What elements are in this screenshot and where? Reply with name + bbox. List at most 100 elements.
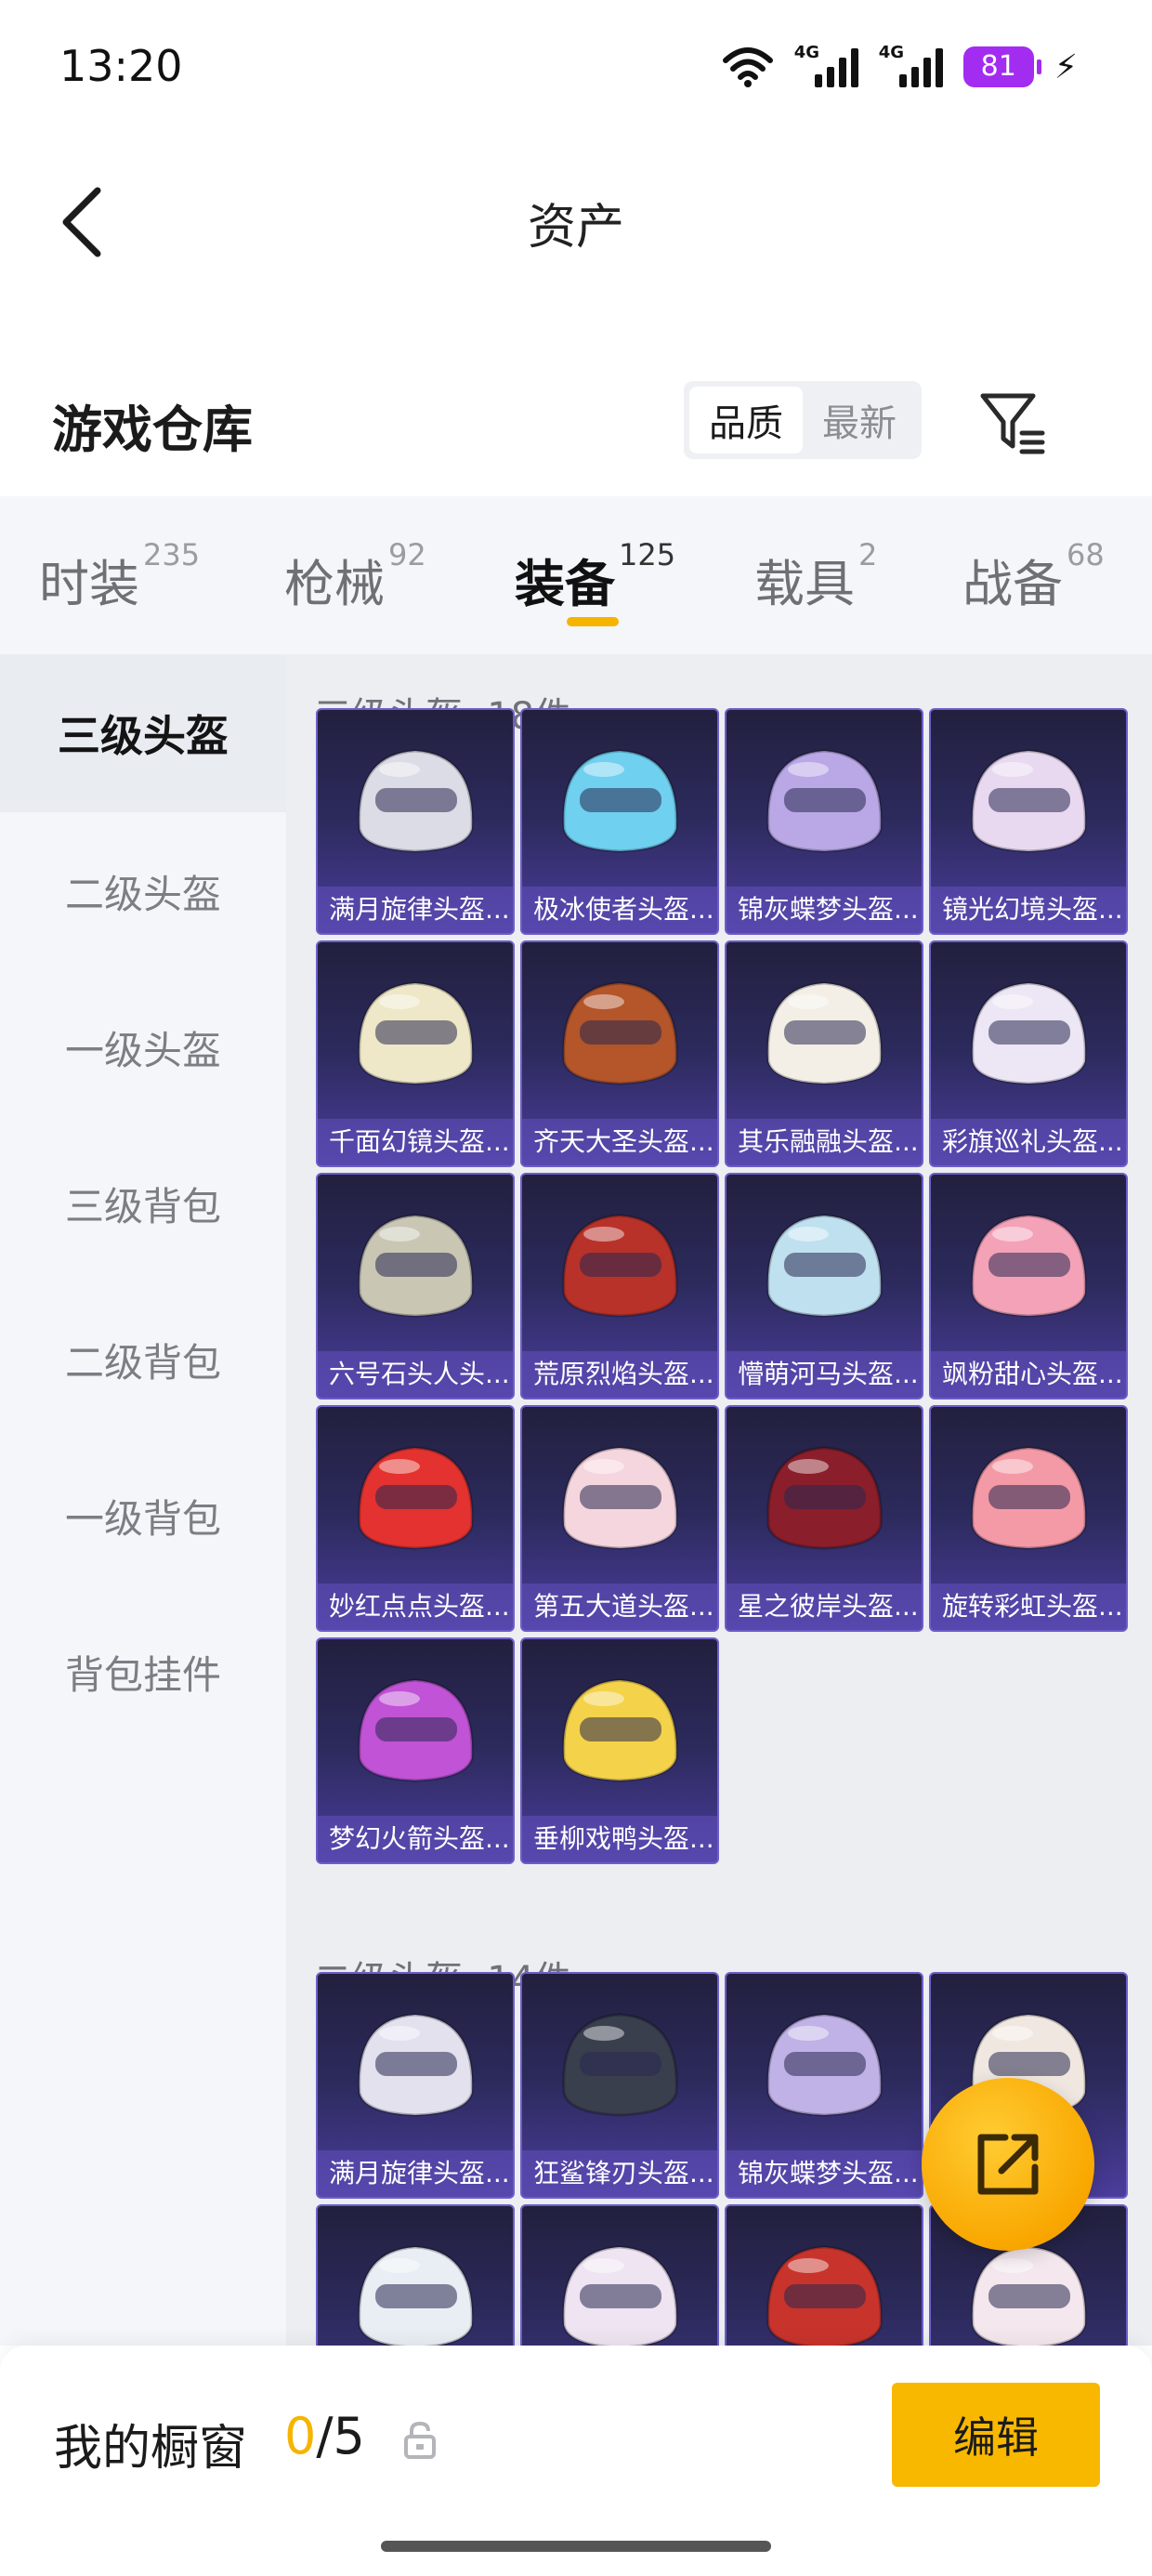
- warehouse-header: 游戏仓库 品质 最新: [0, 362, 1152, 483]
- helmet-icon: [562, 2245, 678, 2346]
- helmet-icon: [766, 981, 883, 1085]
- item-name: 彩旗巡礼头盔...: [931, 1119, 1126, 1165]
- sidebar-item-level3-backpack[interactable]: 三级背包: [0, 1124, 286, 1282]
- filter-icon: [980, 393, 1045, 454]
- item-name: 垂柳戏鸭头盔...: [522, 1816, 717, 1862]
- item-name: 齐天大圣头盔...: [522, 1119, 717, 1165]
- item-card[interactable]: 懵萌河马头盔...: [725, 1173, 923, 1400]
- sidebar-item-level2-backpack[interactable]: 二级背包: [0, 1281, 286, 1439]
- item-card[interactable]: 垂柳戏鸭头盔...: [520, 1637, 719, 1864]
- item-name: 锦灰蝶梦头盔...: [727, 2150, 922, 2197]
- item-name: 梦幻火箭头盔...: [318, 1816, 513, 1862]
- sidebar-item-level1-helmet[interactable]: 一级头盔: [0, 968, 286, 1126]
- item-name: 镜光幻境头盔...: [931, 887, 1126, 933]
- helmet-icon: [562, 749, 678, 853]
- share-external-icon: [977, 2134, 1039, 2195]
- item-name: 满月旋律头盔...: [318, 2150, 513, 2197]
- helmet-icon: [971, 981, 1087, 1085]
- helmet-icon: [562, 1214, 678, 1318]
- item-card[interactable]: 第五大道头盔...: [520, 1405, 719, 1632]
- item-name: 六号石头人头...: [318, 1351, 513, 1398]
- tab-label: 载具: [754, 555, 855, 613]
- tab-label: 装备: [515, 555, 615, 613]
- item-name: 飒粉甜心头盔...: [931, 1351, 1126, 1398]
- helmet-icon: [562, 981, 678, 1085]
- home-indicator: [381, 2541, 771, 2552]
- item-card[interactable]: [520, 2204, 719, 2346]
- item-name: 满月旋律头盔...: [318, 887, 513, 933]
- tab-count: 68: [1067, 537, 1105, 572]
- item-name: 荒原烈焰头盔...: [522, 1351, 717, 1398]
- item-card[interactable]: 极冰使者头盔...: [520, 708, 719, 935]
- active-tab-indicator: [567, 617, 619, 626]
- sidebar-item-level1-backpack[interactable]: 一级背包: [0, 1437, 286, 1595]
- battery-indicator: 81: [962, 46, 1041, 87]
- network-type-label: 4G: [793, 43, 820, 62]
- status-time: 13:20: [59, 41, 183, 91]
- sidebar-item-level2-helmet[interactable]: 二级头盔: [0, 812, 286, 970]
- tab-count: 125: [619, 537, 676, 572]
- item-card[interactable]: 星之彼岸头盔...: [725, 1405, 923, 1632]
- item-card[interactable]: [725, 2204, 923, 2346]
- item-card[interactable]: 狂鲨锋刃头盔...: [520, 1972, 719, 2199]
- sidebar-item-backpack-charm[interactable]: 背包挂件: [0, 1593, 286, 1751]
- item-card[interactable]: 妙红点点头盔...: [316, 1405, 515, 1632]
- tab-weapons[interactable]: 枪械 92: [284, 537, 426, 616]
- item-card[interactable]: 其乐融融头盔...: [725, 940, 923, 1167]
- item-name: 第五大道头盔...: [522, 1584, 717, 1630]
- helmet-icon: [766, 2245, 883, 2346]
- tab-equipment[interactable]: 装备 125: [515, 537, 675, 616]
- item-card[interactable]: 满月旋律头盔...: [316, 1972, 515, 2199]
- page-title: 资产: [527, 200, 624, 256]
- status-icons: 4G 4G 81 ⚡: [722, 41, 1078, 93]
- helmet-icon: [358, 2013, 474, 2117]
- sort-segmented-control: 品质 最新: [684, 381, 922, 459]
- helmet-icon: [358, 2245, 474, 2346]
- helmet-icon: [562, 1446, 678, 1550]
- cellular-signal-1-icon: 4G: [793, 43, 858, 87]
- edit-button[interactable]: 编辑: [892, 2383, 1100, 2487]
- item-name: 千面幻镜头盔...: [318, 1119, 513, 1165]
- helmet-icon: [562, 2013, 678, 2117]
- showcase-total: /5: [316, 2407, 365, 2465]
- helmet-icon: [562, 1678, 678, 1782]
- helmet-icon: [766, 2013, 883, 2117]
- item-name: 狂鲨锋刃头盔...: [522, 2150, 717, 2197]
- sidebar-item-level3-helmet[interactable]: 三级头盔: [0, 654, 286, 812]
- helmet-icon: [358, 1446, 474, 1550]
- wifi-icon: [722, 47, 773, 87]
- tab-count: 92: [388, 537, 426, 572]
- share-button[interactable]: [922, 2078, 1094, 2251]
- category-tabs: 时装 235 枪械 92 装备 125 载具 2 战备 68: [0, 496, 1152, 654]
- item-card[interactable]: 飒粉甜心头盔...: [929, 1173, 1128, 1400]
- item-card[interactable]: 荒原烈焰头盔...: [520, 1173, 719, 1400]
- helmet-icon: [971, 749, 1087, 853]
- sort-option-quality[interactable]: 品质: [689, 387, 803, 453]
- tab-label: 时装: [39, 555, 139, 613]
- status-bar: 13:20 4G 4G 81 ⚡: [0, 0, 1152, 139]
- item-card[interactable]: 六号石头人头...: [316, 1173, 515, 1400]
- item-card[interactable]: [316, 2204, 515, 2346]
- tab-fashion[interactable]: 时装 235: [39, 537, 200, 616]
- charging-icon: ⚡: [1054, 47, 1078, 86]
- item-card[interactable]: 镜光幻境头盔...: [929, 708, 1128, 935]
- tab-supplies[interactable]: 战备 68: [962, 537, 1105, 616]
- item-card[interactable]: 梦幻火箭头盔...: [316, 1637, 515, 1864]
- filter-button[interactable]: [977, 387, 1048, 457]
- helmet-icon: [358, 1678, 474, 1782]
- item-card[interactable]: 锦灰蝶梦头盔...: [725, 1972, 923, 2199]
- tab-vehicles[interactable]: 载具 2: [754, 537, 877, 616]
- item-card[interactable]: 锦灰蝶梦头盔...: [725, 708, 923, 935]
- item-card[interactable]: 旋转彩虹头盔...: [929, 1405, 1128, 1632]
- sort-option-newest[interactable]: 最新: [803, 387, 916, 453]
- item-card[interactable]: 彩旗巡礼头盔...: [929, 940, 1128, 1167]
- item-card[interactable]: 千面幻镜头盔...: [316, 940, 515, 1167]
- item-card[interactable]: 满月旋律头盔...: [316, 708, 515, 935]
- cellular-signal-2-icon: 4G: [879, 43, 943, 87]
- item-card[interactable]: 齐天大圣头盔...: [520, 940, 719, 1167]
- nav-bar: 资产: [0, 139, 1152, 307]
- item-name: 懵萌河马头盔...: [727, 1351, 922, 1398]
- helmet-icon: [971, 1214, 1087, 1318]
- showcase-label: 我的橱窗: [54, 2421, 248, 2477]
- item-name: 锦灰蝶梦头盔...: [727, 887, 922, 933]
